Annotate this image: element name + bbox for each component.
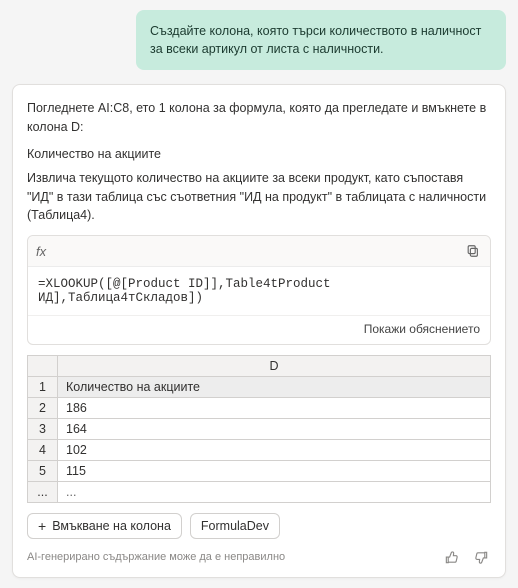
- assistant-response-card: Погледнете AI:C8, ето 1 колона за формул…: [12, 84, 506, 578]
- user-message-text: Създайте колона, която търси количествот…: [150, 24, 481, 56]
- show-explanation-link[interactable]: Покажи обяснението: [364, 322, 480, 336]
- table-row: 1 Количество на акциите: [28, 377, 491, 398]
- row-number: ...: [28, 482, 58, 503]
- ai-disclaimer: AI-генерирано съдържание може да е непра…: [27, 551, 431, 563]
- formuladev-button[interactable]: FormulaDev: [190, 513, 280, 539]
- column-title: Количество на акциите: [27, 147, 491, 161]
- formula-header: fx: [28, 236, 490, 267]
- row-number: 1: [28, 377, 58, 398]
- preview-table: D 1 Количество на акциите 2 186 3 164 4 …: [27, 355, 491, 503]
- formula-box: fx =XLOOKUP([@[Product ID]],Table4tProdu…: [27, 235, 491, 345]
- table-row: 5 115: [28, 461, 491, 482]
- user-message-bubble: Създайте колона, която търси количествот…: [136, 10, 506, 70]
- cell-value: 115: [58, 461, 491, 482]
- response-intro: Погледнете AI:C8, ето 1 колона за формул…: [27, 99, 491, 137]
- cell-value: 186: [58, 398, 491, 419]
- table-row: ... ...: [28, 482, 491, 503]
- column-description: Извлича текущото количество на акциите з…: [27, 169, 491, 225]
- formuladev-label: FormulaDev: [201, 519, 269, 533]
- insert-column-label: Вмъкване на колона: [52, 519, 171, 533]
- row-number: 4: [28, 440, 58, 461]
- col-header-blank: [28, 356, 58, 377]
- cell-value: ...: [58, 482, 491, 503]
- cell-value: Количество на акциите: [58, 377, 491, 398]
- thumbs-up-icon[interactable]: [441, 547, 461, 567]
- cell-value: 164: [58, 419, 491, 440]
- copy-icon[interactable]: [464, 242, 482, 260]
- table-row: 2 186: [28, 398, 491, 419]
- insert-column-button[interactable]: + Вмъкване на колона: [27, 513, 182, 539]
- cell-value: 102: [58, 440, 491, 461]
- thumbs-down-icon[interactable]: [471, 547, 491, 567]
- footer-row: AI-генерирано съдържание може да е непра…: [27, 547, 491, 567]
- row-number: 5: [28, 461, 58, 482]
- formula-text[interactable]: =XLOOKUP([@[Product ID]],Table4tProduct …: [28, 267, 490, 315]
- row-number: 2: [28, 398, 58, 419]
- plus-icon: +: [38, 519, 46, 533]
- row-number: 3: [28, 419, 58, 440]
- table-row: 3 164: [28, 419, 491, 440]
- fx-label: fx: [36, 244, 46, 259]
- table-row: 4 102: [28, 440, 491, 461]
- actions-row: + Вмъкване на колона FormulaDev: [27, 513, 491, 539]
- col-header-d: D: [58, 356, 491, 377]
